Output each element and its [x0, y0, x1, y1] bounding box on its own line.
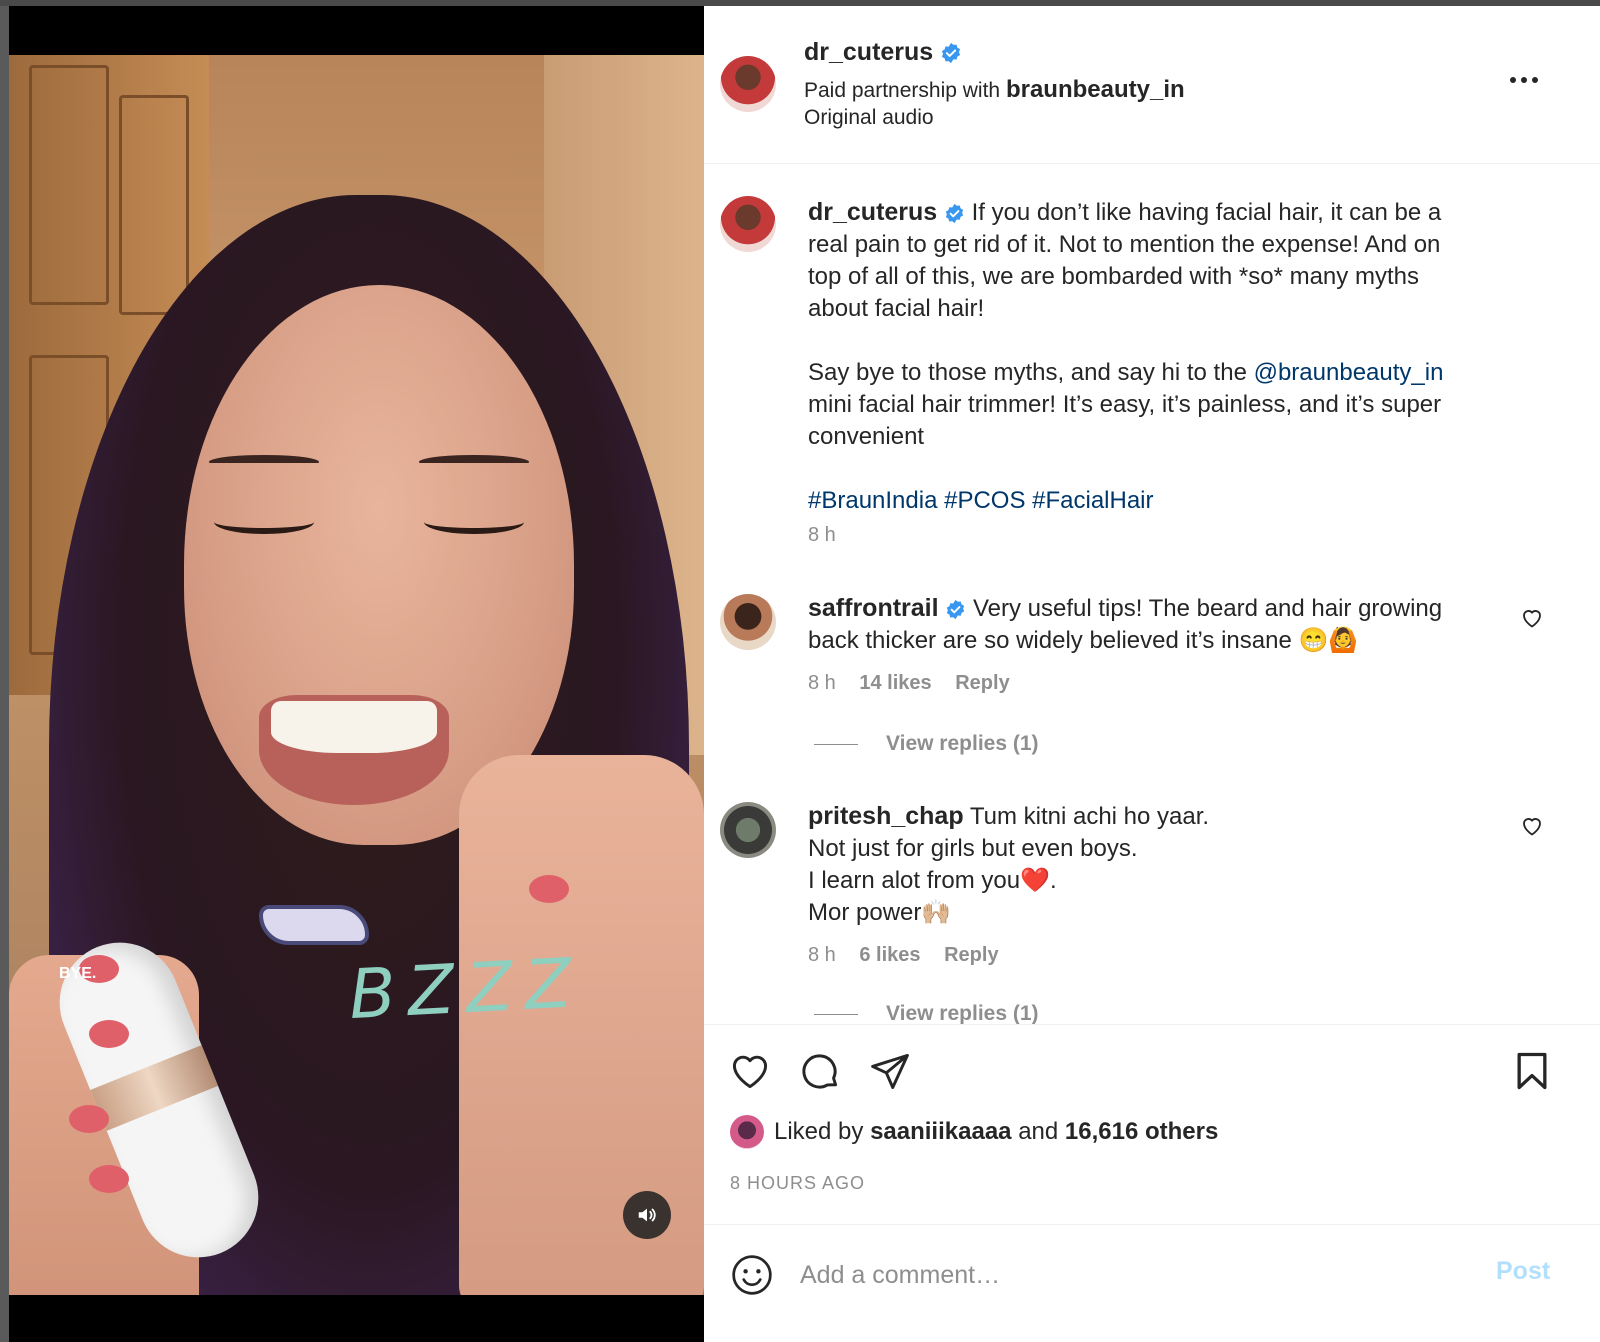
- comment-line: Not just for girls but even boys.: [808, 835, 1138, 862]
- share-send-icon[interactable]: [868, 1049, 912, 1093]
- caption-time: 8 h: [808, 524, 836, 546]
- comment-likes[interactable]: 14 likes: [859, 672, 931, 694]
- nail: [89, 1020, 129, 1048]
- paid-partnership-label: Paid partnership with braunbeauty_in: [804, 76, 1185, 104]
- original-audio-link[interactable]: Original audio: [804, 106, 934, 130]
- verified-badge-icon: [945, 204, 964, 224]
- comment-line: Very useful tips! The beard and hair gro…: [972, 595, 1443, 622]
- caption-line: Say bye to those myths, and say hi to th…: [808, 359, 1247, 386]
- nail: [89, 1165, 129, 1193]
- more-dots-icon: [1510, 77, 1538, 83]
- replies-divider-line: [814, 1013, 858, 1015]
- commenter-avatar[interactable]: [720, 594, 776, 650]
- right-eyebrow: [419, 455, 529, 469]
- comments-list[interactable]: dr_cuterus If you don’t like having faci…: [704, 166, 1600, 1024]
- comment-input[interactable]: [800, 1255, 1460, 1295]
- caption-line: mini facial hair trimmer! It’s easy, it’…: [808, 391, 1442, 418]
- partnership-prefix: Paid partnership with: [804, 79, 1001, 102]
- left-eyebrow: [209, 455, 319, 469]
- post-timestamp[interactable]: 8 HOURS AGO: [730, 1173, 865, 1194]
- author-avatar[interactable]: [720, 56, 776, 112]
- save-bookmark-icon[interactable]: [1510, 1049, 1554, 1093]
- bzzz-sticker: BZZZ: [347, 943, 586, 1036]
- comment-time: 8 h: [808, 944, 836, 966]
- caption-line: about facial hair!: [808, 295, 985, 322]
- comment-bubble-icon[interactable]: [798, 1049, 842, 1093]
- left-eye: [214, 510, 314, 534]
- caption-line: top of all of this, we are bombarded wit…: [808, 263, 1419, 290]
- comment-text: saffrontrail Very useful tips! The beard…: [808, 592, 1508, 657]
- speaker-icon: [638, 1208, 656, 1222]
- view-replies-button[interactable]: View replies (1): [814, 732, 1039, 756]
- liker-avatar[interactable]: [730, 1115, 764, 1149]
- view-replies-label: View replies (1): [886, 1002, 1039, 1024]
- comment-reply-button[interactable]: Reply: [955, 672, 1009, 694]
- post-comment-button[interactable]: Post: [1496, 1257, 1550, 1286]
- liked-by-prefix: Liked by: [774, 1118, 864, 1145]
- emoji-smiley-icon[interactable]: [730, 1253, 774, 1297]
- bye-overlay-text: BYE.: [59, 965, 97, 982]
- caption-author-username[interactable]: dr_cuterus: [808, 198, 937, 226]
- person-smile: [259, 695, 449, 805]
- author-name-row: dr_cuterus: [804, 38, 962, 67]
- audio-toggle-button[interactable]: [623, 1191, 671, 1239]
- liked-by-and: and: [1018, 1118, 1059, 1145]
- comment-reply-button[interactable]: Reply: [944, 944, 998, 966]
- caption-text: dr_cuterus If you don’t like having faci…: [808, 196, 1508, 517]
- more-options-button[interactable]: [1504, 66, 1544, 96]
- likes-others-link[interactable]: 16,616 others: [1065, 1118, 1218, 1146]
- comment-line: Mor power🙌🏼: [808, 899, 952, 926]
- post-actions-section: Liked by saaniiikaaaa and 16,616 others …: [704, 1024, 1600, 1224]
- caption-line: If you don’t like having facial hair, it…: [971, 199, 1442, 226]
- caption-meta: 8 h: [808, 524, 854, 547]
- caption-author-avatar[interactable]: [720, 196, 776, 252]
- view-replies-button[interactable]: View replies (1): [814, 1002, 1039, 1024]
- comment-likes[interactable]: 6 likes: [859, 944, 920, 966]
- like-comment-heart-icon[interactable]: [1520, 606, 1544, 630]
- liker-username[interactable]: saaniiikaaaa: [870, 1118, 1011, 1146]
- reel-video[interactable]: BZZZ BYE.: [9, 55, 704, 1295]
- comment-time: 8 h: [808, 672, 836, 694]
- comment-text: pritesh_chap Tum kitni achi ho yaar. Not…: [808, 800, 1508, 929]
- partner-username[interactable]: braunbeauty_in: [1006, 76, 1185, 103]
- verified-badge-icon: [947, 600, 965, 620]
- trimmer-sticker: [259, 905, 369, 945]
- hashtag-links[interactable]: #BraunIndia #PCOS #FacialHair: [808, 485, 1508, 517]
- caption-line: real pain to get rid of it. Not to menti…: [808, 231, 1441, 258]
- liked-by-row: Liked by saaniiikaaaa and 16,616 others: [730, 1115, 1218, 1149]
- post-media[interactable]: BZZZ BYE.: [9, 6, 704, 1342]
- verified-badge-icon: [942, 43, 961, 64]
- replies-divider-line: [814, 743, 858, 745]
- commenter-username[interactable]: saffrontrail: [808, 594, 939, 622]
- commenter-avatar[interactable]: [720, 802, 776, 858]
- comment-line: back thicker are so widely believed it’s…: [808, 627, 1359, 654]
- author-username[interactable]: dr_cuterus: [804, 38, 933, 66]
- comment-meta: 8 h 6 likes Reply: [808, 944, 1017, 967]
- post-details-panel: dr_cuterus Paid partnership with braunbe…: [704, 6, 1600, 1342]
- caption-line: convenient: [808, 423, 925, 450]
- view-replies-label: View replies (1): [886, 732, 1039, 755]
- comment-line: I learn alot from you❤️.: [808, 867, 1057, 894]
- nail: [69, 1105, 109, 1133]
- comment-line: Tum kitni achi ho yaar.: [969, 803, 1210, 830]
- mention-link[interactable]: @braunbeauty_in: [1254, 359, 1444, 386]
- add-comment-bar: Post: [704, 1224, 1600, 1342]
- like-comment-heart-icon[interactable]: [1520, 814, 1544, 838]
- right-eye: [424, 510, 524, 534]
- post-header: dr_cuterus Paid partnership with braunbe…: [704, 6, 1600, 164]
- comment-meta: 8 h 14 likes Reply: [808, 672, 1028, 695]
- commenter-username[interactable]: pritesh_chap: [808, 802, 964, 830]
- like-heart-icon[interactable]: [728, 1049, 772, 1093]
